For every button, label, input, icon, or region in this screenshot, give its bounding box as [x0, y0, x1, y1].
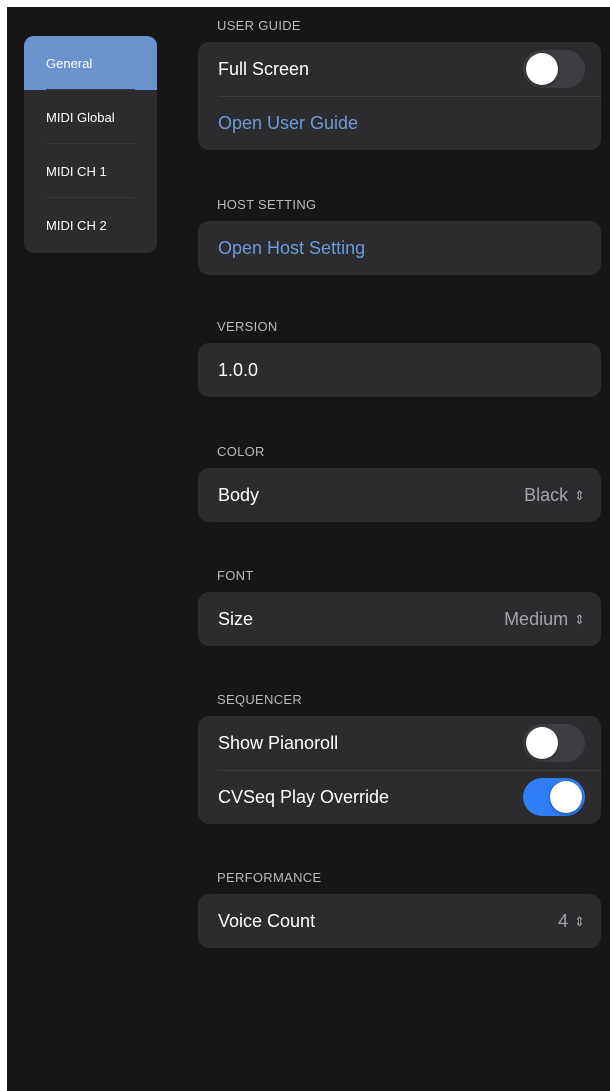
- full-screen-toggle[interactable]: [523, 50, 585, 88]
- open-user-guide-row[interactable]: Open User Guide: [198, 96, 601, 150]
- section-header-performance: PERFORMANCE: [217, 870, 322, 885]
- body-color-picker[interactable]: Black ⇕: [524, 485, 585, 506]
- font-size-row[interactable]: Size Medium ⇕: [198, 592, 601, 646]
- cvseq-play-override-label: CVSeq Play Override: [218, 786, 390, 807]
- sidebar-item-midi-ch-1[interactable]: MIDI CH 1: [24, 144, 157, 198]
- voice-count-label: Voice Count: [218, 910, 316, 931]
- sidebar-item-label: MIDI CH 2: [46, 217, 107, 233]
- group-color: Body Black ⇕: [198, 468, 601, 522]
- body-color-row[interactable]: Body Black ⇕: [198, 468, 601, 522]
- chevron-up-down-icon: ⇕: [574, 611, 585, 627]
- section-header-color: COLOR: [217, 444, 265, 459]
- chevron-up-down-icon: ⇕: [574, 487, 585, 503]
- section-header-sequencer: SEQUENCER: [217, 692, 303, 707]
- section-header-version: VERSION: [217, 319, 278, 334]
- open-host-setting-row[interactable]: Open Host Setting: [198, 221, 601, 275]
- sidebar-item-general[interactable]: General: [24, 36, 157, 90]
- chevron-up-down-icon: ⇕: [574, 913, 585, 929]
- sidebar: General MIDI Global MIDI CH 1 MIDI CH 2: [24, 36, 157, 253]
- full-screen-row: Full Screen: [198, 42, 601, 96]
- toggle-knob: [526, 727, 558, 759]
- show-pianoroll-label: Show Pianoroll: [218, 732, 339, 753]
- version-row: 1.0.0: [198, 343, 601, 397]
- sidebar-item-midi-global[interactable]: MIDI Global: [24, 90, 157, 144]
- open-user-guide-link[interactable]: Open User Guide: [218, 113, 358, 134]
- row-divider: [218, 96, 601, 97]
- section-header-font: FONT: [217, 568, 254, 583]
- settings-screen: General MIDI Global MIDI CH 1 MIDI CH 2 …: [7, 7, 610, 1091]
- toggle-knob: [550, 781, 582, 813]
- group-version: 1.0.0: [198, 343, 601, 397]
- section-header-user-guide: USER GUIDE: [217, 18, 301, 33]
- sidebar-item-label: MIDI Global: [46, 109, 115, 125]
- font-size-value: Medium: [504, 608, 569, 629]
- sidebar-item-midi-ch-2[interactable]: MIDI CH 2: [24, 198, 157, 252]
- voice-count-value: 4: [558, 910, 569, 931]
- group-performance: Voice Count 4 ⇕: [198, 894, 601, 948]
- open-host-setting-link[interactable]: Open Host Setting: [218, 238, 365, 259]
- group-sequencer: Show Pianoroll CVSeq Play Override: [198, 716, 601, 824]
- sidebar-item-label: MIDI CH 1: [46, 163, 107, 179]
- sidebar-item-label: General: [46, 55, 93, 71]
- row-divider: [218, 770, 601, 771]
- full-screen-label: Full Screen: [218, 58, 310, 79]
- toggle-knob: [526, 53, 558, 85]
- voice-count-row[interactable]: Voice Count 4 ⇕: [198, 894, 601, 948]
- version-value: 1.0.0: [218, 359, 259, 380]
- group-host-setting: Open Host Setting: [198, 221, 601, 275]
- show-pianoroll-row: Show Pianoroll: [198, 716, 601, 770]
- show-pianoroll-toggle[interactable]: [523, 724, 585, 762]
- group-font: Size Medium ⇕: [198, 592, 601, 646]
- cvseq-play-override-row: CVSeq Play Override: [198, 770, 601, 824]
- body-color-value: Black: [524, 484, 569, 505]
- voice-count-picker[interactable]: 4 ⇕: [558, 911, 585, 932]
- body-color-label: Body: [218, 484, 260, 505]
- section-header-host-setting: HOST SETTING: [217, 197, 317, 212]
- font-size-label: Size: [218, 608, 254, 629]
- cvseq-play-override-toggle[interactable]: [523, 778, 585, 816]
- font-size-picker[interactable]: Medium ⇕: [504, 609, 585, 630]
- group-user-guide: Full Screen Open User Guide: [198, 42, 601, 150]
